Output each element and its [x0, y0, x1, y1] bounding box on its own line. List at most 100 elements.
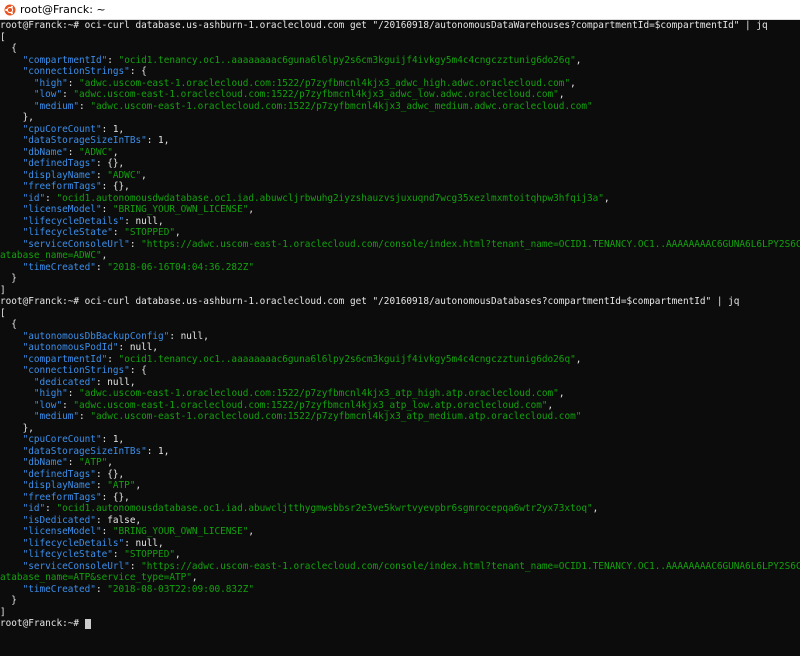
- terminal-text: : {: [129, 365, 147, 376]
- terminal-line: "timeCreated": "2018-06-16T04:04:36.282Z…: [0, 262, 800, 274]
- terminal-line: "low": "adwc.uscom-east-1.oraclecloud.co…: [0, 400, 800, 412]
- terminal-line: "lifecycleState": "STOPPED",: [0, 227, 800, 239]
- terminal-line: "displayName": "ADWC",: [0, 170, 800, 182]
- json-key: "low": [33, 89, 63, 100]
- terminal-text: :: [95, 261, 108, 273]
- terminal-line: }: [0, 273, 800, 285]
- terminal-text: ,: [175, 227, 181, 238]
- json-key: "connectionStrings": [22, 365, 130, 376]
- json-key: "cpuCoreCount": [22, 123, 102, 135]
- json-string: "ocid1.autonomousdwdatabase.oc1.iad.abuw…: [56, 192, 604, 204]
- json-string: "adwc.uscom-east-1.oraclecloud.com:1522/…: [73, 399, 548, 411]
- terminal-text: :: [62, 399, 74, 411]
- terminal-text: ,: [570, 77, 576, 89]
- cursor: [84, 618, 91, 629]
- json-string: "ATP": [79, 457, 108, 468]
- terminal-text: : 1,: [101, 434, 125, 445]
- terminal-text: :: [129, 238, 142, 250]
- terminal-line: "timeCreated": "2018-08-03T22:09:00.832Z…: [0, 584, 800, 596]
- terminal-line: "medium": "adwc.uscom-east-1.oraclecloud…: [0, 101, 800, 113]
- terminal-line: [: [0, 32, 800, 44]
- terminal-line: "high": "adwc.uscom-east-1.oraclecloud.c…: [0, 388, 800, 400]
- terminal-text: ,: [191, 572, 198, 583]
- json-key: "licenseModel": [22, 204, 102, 215]
- terminal-text: : {},: [95, 158, 125, 169]
- json-string: atabase_name=ATP&service_type=ATP": [0, 572, 192, 583]
- terminal-line: "connectionStrings": {: [0, 365, 800, 377]
- json-string: "adwc.uscom-east-1.oraclecloud.com:1522/…: [79, 77, 571, 89]
- terminal-text: ,: [592, 503, 599, 514]
- terminal-output[interactable]: root@Franck:~# oci-curl database.us-ashb…: [0, 20, 800, 656]
- terminal-line: "autonomousPodId": null,: [0, 342, 800, 354]
- json-string: "STOPPED": [124, 227, 175, 238]
- terminal-text: },: [0, 112, 34, 123]
- json-key: "id": [22, 503, 46, 514]
- terminal-line: "licenseModel": "BRING_YOUR_OWN_LICENSE"…: [0, 204, 800, 216]
- terminal-text: :: [107, 54, 119, 66]
- terminal-text: :: [95, 583, 108, 595]
- terminal-text: }: [0, 273, 17, 284]
- terminal-line: "connectionStrings": {: [0, 66, 800, 78]
- json-string: "ADWC": [107, 169, 142, 181]
- terminal-text: :: [62, 89, 74, 100]
- terminal-text: }: [0, 595, 17, 606]
- terminal-line: "displayName": "ATP",: [0, 480, 800, 492]
- terminal-text: : null,: [169, 330, 209, 342]
- terminal-text: :: [112, 549, 125, 560]
- terminal-text: : 1,: [146, 135, 170, 146]
- terminal-text: ,: [135, 480, 142, 491]
- json-key: "cpuCoreCount": [22, 434, 102, 445]
- json-key: "high": [33, 77, 68, 89]
- json-key: "compartmentId": [22, 353, 108, 365]
- terminal-line: {: [0, 319, 800, 331]
- json-string: atabase_name=ADWC": [0, 250, 102, 261]
- terminal-line: root@Franck:~#: [0, 618, 800, 630]
- terminal-line: "licenseModel": "BRING_YOUR_OWN_LICENSE"…: [0, 526, 800, 538]
- terminal-text: : null,: [95, 376, 136, 388]
- json-key: "connectionStrings": [22, 66, 130, 77]
- terminal-text: : {},: [101, 491, 130, 503]
- json-string: "STOPPED": [124, 549, 175, 560]
- terminal-line: "serviceConsoleUrl": "https://adwc.uscom…: [0, 561, 800, 573]
- terminal-line: "definedTags": {},: [0, 158, 800, 170]
- terminal-text: ,: [575, 54, 582, 66]
- terminal-text: :: [67, 388, 80, 399]
- terminal-line: "serviceConsoleUrl": "https://adwc.uscom…: [0, 239, 800, 251]
- json-key: "autonomousDbBackupConfig": [22, 330, 170, 342]
- terminal-text: : false,: [95, 514, 142, 526]
- terminal-text: :: [45, 503, 57, 514]
- terminal-line: "definedTags": {},: [0, 469, 800, 481]
- terminal-text: :: [101, 526, 113, 537]
- terminal-line: "dbName": "ATP",: [0, 457, 800, 469]
- terminal-line: atabase_name=ADWC",: [0, 250, 800, 262]
- terminal-text: root@Franck:~# oci-curl database.us-ashb…: [0, 296, 740, 307]
- terminal-text: : 1,: [101, 123, 125, 135]
- terminal-line: "lifecycleDetails": null,: [0, 538, 800, 550]
- terminal-line: "cpuCoreCount": 1,: [0, 124, 800, 136]
- title-bar[interactable]: root@Franck: ~: [0, 0, 800, 20]
- terminal-text: :: [67, 457, 80, 468]
- terminal-text: root@Franck:~#: [0, 618, 85, 629]
- terminal-text: ,: [175, 549, 181, 560]
- json-string: "https://adwc.uscom-east-1.oraclecloud.c…: [141, 560, 800, 572]
- json-string: "ADWC": [79, 146, 113, 158]
- json-string: "BRING_YOUR_OWN_LICENSE": [112, 204, 249, 215]
- terminal-text: :: [112, 227, 125, 238]
- json-string: "https://adwc.uscom-east-1.oraclecloud.c…: [141, 238, 800, 250]
- json-key: "timeCreated": [22, 261, 96, 273]
